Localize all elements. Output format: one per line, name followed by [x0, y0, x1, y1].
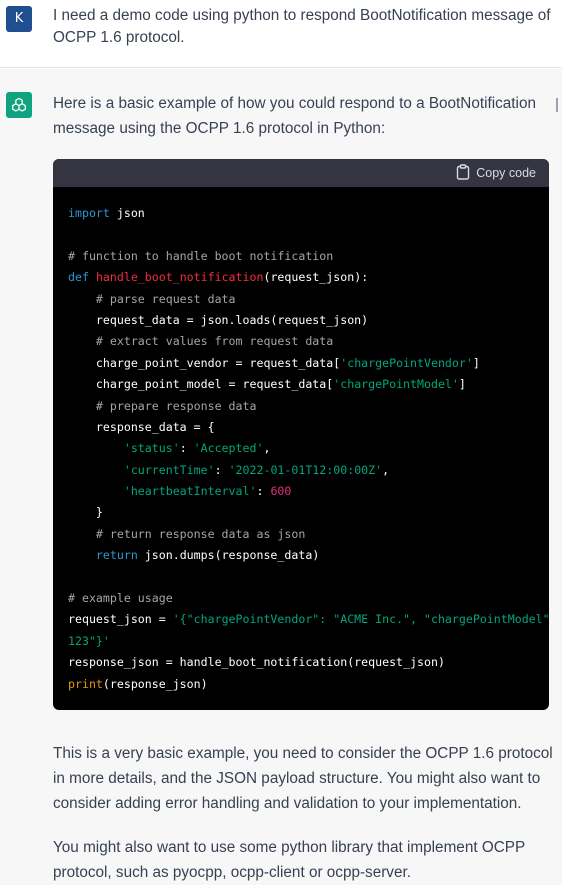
code-token: 'status'	[123, 441, 180, 456]
code-token: response_json = handle_boot_notification…	[68, 655, 445, 670]
code-token: import	[68, 206, 110, 220]
code-token: 'chargePointModel'	[333, 377, 459, 392]
code-line: response_data = {	[68, 417, 549, 438]
assistant-message: Here is a basic example of how you could…	[0, 69, 562, 885]
code-token: print	[68, 676, 103, 691]
code-line: # prepare response data	[68, 396, 549, 417]
code-token: :	[256, 484, 271, 499]
code-line: # return response data as json	[68, 524, 549, 545]
code-token: charge_point_model = request_data[	[68, 377, 334, 392]
code-token: ]	[472, 355, 480, 370]
copy-code-button[interactable]: Copy code	[456, 163, 536, 183]
code-token: # function to handle boot notification	[68, 248, 334, 263]
code-line: # function to handle boot notification	[68, 246, 549, 267]
copy-code-label: Copy code	[476, 166, 536, 180]
code-token: 'heartbeatInterval'	[123, 484, 257, 499]
code-content[interactable]: import json # function to handle boot not…	[53, 187, 549, 695]
code-token: # extract values from request data	[95, 334, 334, 349]
code-token: ,	[263, 441, 271, 456]
code-token: :	[179, 441, 194, 456]
user-avatar: K	[6, 6, 32, 32]
assistant-intro-text: Here is a basic example of how you could…	[53, 95, 536, 137]
code-line: import json	[68, 203, 549, 224]
code-token: (response_json)	[102, 676, 208, 691]
code-token: request_data = json.loads(request_json)	[68, 312, 369, 327]
code-token: }	[68, 505, 103, 520]
code-token: charge_point_vendor = request_data[	[68, 355, 341, 370]
code-token: response_data = {	[68, 419, 215, 434]
code-line: print(response_json)	[68, 674, 549, 695]
clipboard-icon	[456, 163, 470, 183]
assistant-paragraph-2: You might also want to use some python l…	[53, 839, 525, 881]
code-token: 600	[270, 484, 292, 499]
code-token: def	[68, 270, 89, 285]
code-token: json	[109, 206, 145, 220]
code-line: # extract values from request data	[68, 331, 549, 352]
code-token: 123"}'	[68, 633, 110, 648]
code-line: response_json = handle_boot_notification…	[68, 652, 549, 673]
code-line: 'status': 'Accepted',	[68, 438, 549, 459]
code-token: request_json =	[68, 612, 173, 627]
code-line: request_data = json.loads(request_json)	[68, 310, 549, 331]
code-token: :	[214, 462, 229, 477]
code-token: ]	[458, 377, 466, 392]
scroll-indicator	[556, 98, 562, 112]
code-block-header: Copy code	[53, 159, 549, 187]
code-token: 'chargePointVendor'	[340, 355, 473, 370]
code-line: # parse request data	[68, 289, 549, 310]
code-block: Copy code import json # function to handl…	[53, 159, 549, 710]
code-token: ,	[382, 462, 390, 477]
user-message-text: I need a demo code using python to respo…	[53, 7, 551, 46]
code-token: (request_json):	[263, 270, 369, 285]
openai-logo-icon	[6, 92, 32, 118]
code-token: json.dumps(response_data)	[137, 548, 320, 563]
code-line: def handle_boot_notification(request_jso…	[68, 267, 549, 288]
code-token: # example usage	[68, 591, 173, 606]
code-line: charge_point_vendor = request_data['char…	[68, 353, 549, 374]
assistant-paragraph-1: This is a very basic example, you need t…	[53, 745, 553, 812]
code-token: '2022-01-01T12:00:00Z'	[228, 462, 383, 477]
code-token: 'currentTime'	[123, 462, 215, 477]
code-line: return json.dumps(response_data)	[68, 545, 549, 566]
code-token: return	[95, 548, 138, 563]
code-line: charge_point_model = request_data['charg…	[68, 374, 549, 395]
code-token: # prepare response data	[95, 398, 257, 413]
code-token: 'Accepted'	[193, 441, 264, 456]
code-token: handle_boot_notification	[95, 270, 264, 285]
code-line: 123"}'	[68, 631, 549, 652]
code-line: request_json = '{"chargePointVendor": "A…	[68, 609, 549, 630]
code-token: '{"chargePointVendor": "ACME Inc.", "cha…	[172, 612, 549, 627]
code-token: # return response data as json	[95, 526, 306, 541]
code-token: # parse request data	[95, 291, 236, 306]
code-line: }	[68, 502, 549, 523]
code-line: # example usage	[68, 588, 549, 609]
user-message: K I need a demo code using python to res…	[0, 0, 562, 68]
code-line: 'heartbeatInterval': 600	[68, 481, 549, 502]
code-line: 'currentTime': '2022-01-01T12:00:00Z',	[68, 460, 549, 481]
